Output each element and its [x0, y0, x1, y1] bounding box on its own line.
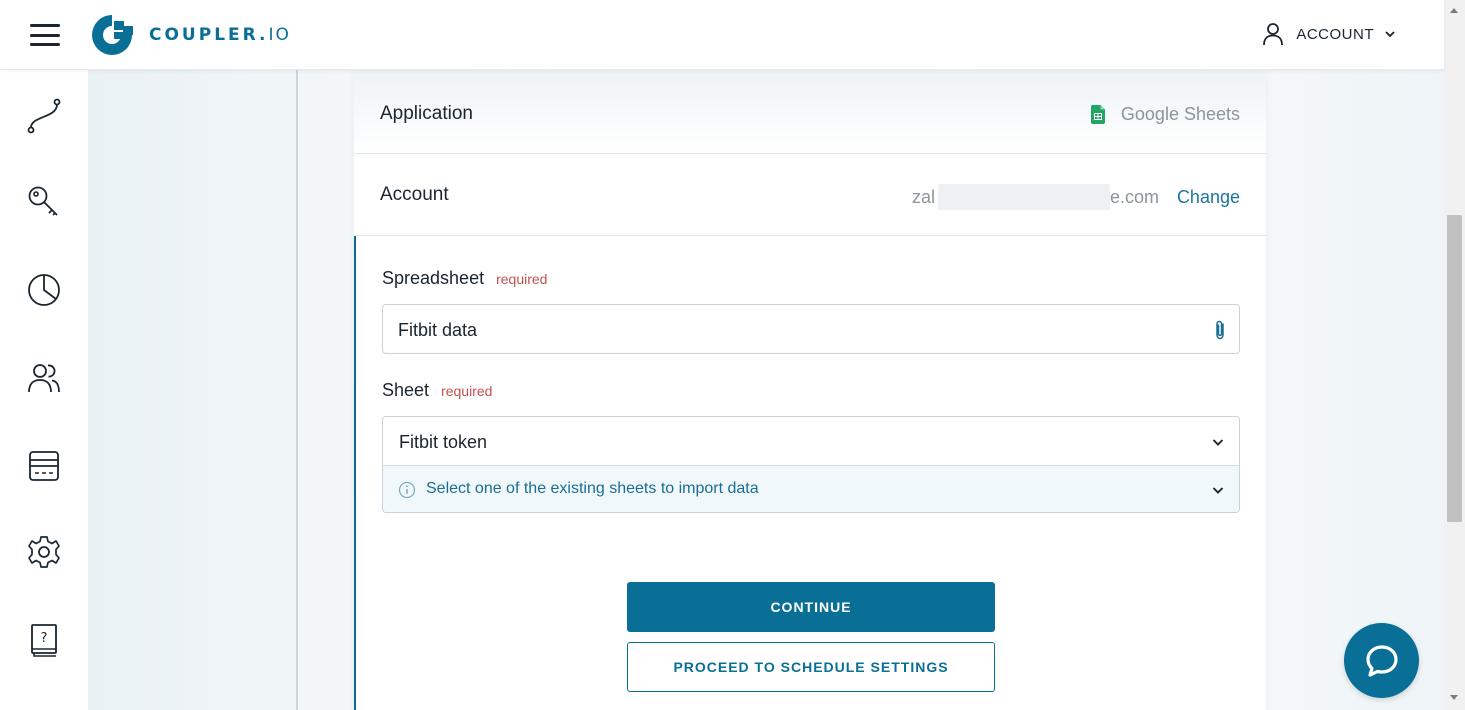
- chevron-down-icon: [1212, 439, 1224, 446]
- scroll-up-arrow-icon[interactable]: [1450, 8, 1458, 13]
- destination-settings-section: Spreadsheet required Fitbit data Sheet req…: [354, 236, 1266, 710]
- sheet-hint-text: Select one of the existing sheets to imp…: [426, 480, 759, 497]
- sidebar-item-settings[interactable]: [26, 534, 62, 570]
- chat-bubble-icon: [1366, 645, 1398, 677]
- application-name: Google Sheets: [1120, 104, 1240, 124]
- application-label: Application: [380, 103, 473, 124]
- brand-name: COUPLER.IO: [149, 25, 291, 45]
- destination-card: Application Google Sheets Account zal e.…: [354, 72, 1266, 710]
- chat-support-button[interactable]: [1344, 623, 1419, 698]
- top-header: COUPLER.IO ACCOUNT: [0, 0, 1444, 70]
- account-label: ACCOUNT: [1296, 25, 1374, 43]
- sheet-label: Sheet required: [382, 380, 492, 401]
- sheet-hint-panel[interactable]: Select one of the existing sheets to imp…: [383, 466, 1239, 512]
- sidebar-item-help[interactable]: ?: [26, 622, 62, 658]
- scroll-down-arrow-icon[interactable]: [1450, 695, 1458, 700]
- svg-text:?: ?: [41, 631, 48, 646]
- sidebar-item-reports[interactable]: [26, 272, 62, 308]
- hamburger-menu-icon[interactable]: [30, 24, 60, 46]
- key-icon: [28, 186, 58, 216]
- left-sidebar: ?: [0, 70, 88, 710]
- info-icon: [398, 481, 416, 499]
- spreadsheet-label: Spreadsheet required: [382, 268, 547, 289]
- coupler-logo[interactable]: COUPLER.IO: [90, 13, 291, 57]
- page-scrollbar[interactable]: [1444, 0, 1465, 710]
- account-label-text: Account: [380, 184, 449, 205]
- timeline-divider: [296, 70, 298, 710]
- coupler-logo-icon: [92, 15, 133, 55]
- spreadsheet-value: Fitbit data: [398, 320, 478, 340]
- application-value: Google Sheets: [1090, 104, 1240, 125]
- flow-icon: [27, 98, 61, 134]
- sheet-selected-value: Fitbit token: [399, 432, 488, 452]
- gear-icon: [28, 536, 60, 568]
- sheet-dropdown[interactable]: Fitbit token: [383, 417, 1239, 466]
- required-badge: required: [441, 383, 493, 399]
- email-redaction: [938, 184, 1110, 210]
- sidebar-item-team[interactable]: [26, 360, 62, 396]
- sheet-label-text: Sheet: [382, 380, 430, 400]
- pie-chart-icon: [28, 274, 60, 306]
- sheet-select: Fitbit token Select one of the existing …: [382, 416, 1240, 513]
- account-menu[interactable]: ACCOUNT: [1262, 22, 1396, 46]
- account-email-prefix: zal: [912, 187, 936, 207]
- scrollbar-thumb[interactable]: [1447, 215, 1462, 522]
- spreadsheet-input[interactable]: Fitbit data: [382, 304, 1240, 354]
- paperclip-icon[interactable]: [1213, 319, 1227, 341]
- sidebar-item-billing[interactable]: [26, 448, 62, 484]
- spreadsheet-label-text: Spreadsheet: [382, 268, 485, 288]
- help-book-icon: ?: [31, 624, 57, 657]
- users-icon: [28, 364, 60, 393]
- sidebar-item-keys[interactable]: [26, 184, 62, 220]
- google-sheets-icon: [1090, 105, 1105, 124]
- change-account-link[interactable]: Change: [1177, 187, 1240, 208]
- billing-icon: [29, 451, 59, 481]
- chevron-down-icon: [1385, 31, 1395, 38]
- user-icon: [1263, 23, 1284, 46]
- continue-button[interactable]: CONTINUE: [627, 582, 995, 632]
- chevron-down-icon: [1212, 487, 1224, 494]
- sidebar-item-flows[interactable]: [26, 98, 62, 134]
- proceed-to-schedule-button[interactable]: PROCEED TO SCHEDULE SETTINGS: [627, 642, 995, 692]
- required-badge: required: [496, 271, 548, 287]
- account-email-suffix: e.com: [1110, 187, 1160, 207]
